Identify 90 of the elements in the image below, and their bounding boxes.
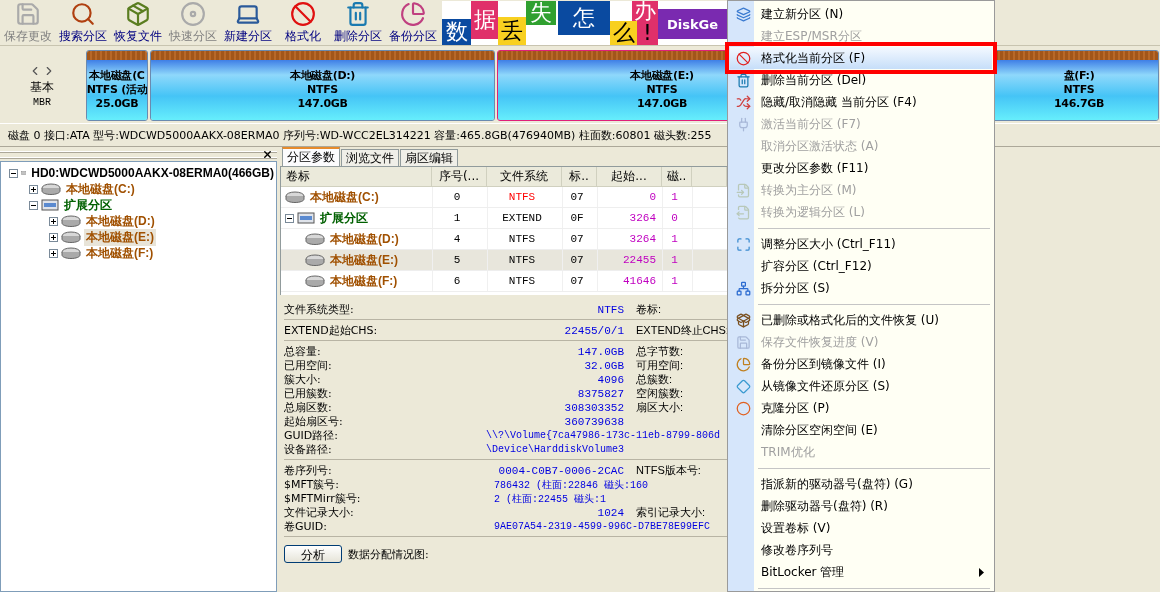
- table-cell: 1: [662, 229, 692, 249]
- field-value: 32.0GB: [583, 359, 624, 372]
- table-cell: 4: [432, 229, 487, 249]
- table-cell: 6: [432, 271, 487, 291]
- volume-label: 本地磁盘(D:): [329, 230, 400, 248]
- table-cell: 22455: [597, 250, 662, 270]
- field-value: 147.0GB: [576, 345, 624, 358]
- volume-label: 本地磁盘(F:): [329, 272, 399, 290]
- field-value: 786432 (柱面:22846 磁头:160: [494, 478, 649, 492]
- field-label: 卷标:: [635, 302, 663, 317]
- table-cell: 07: [562, 187, 597, 207]
- field-label: 可用空间:: [635, 358, 685, 373]
- field-label: 卷序列号:: [284, 463, 333, 478]
- field-value: 8375827: [576, 387, 624, 400]
- table-cell: 0F: [562, 208, 597, 228]
- field-value: 4096: [596, 373, 624, 386]
- partition-scheme-label: MBR: [33, 96, 51, 108]
- table-cell: EXTEND: [487, 208, 562, 228]
- field-label: 总容量:: [284, 344, 322, 359]
- field-value: NTFS: [596, 303, 624, 316]
- partition-filesystem: NTFS: [646, 83, 678, 97]
- banner-character: 数: [442, 19, 471, 45]
- partition-filesystem: NTFS: [1063, 83, 1095, 97]
- partition-name: 盘(F:): [1063, 69, 1095, 83]
- table-cell: 1: [662, 187, 692, 207]
- field-label: 文件记录大小:: [284, 505, 355, 520]
- disk-info-text: 磁盘 0 接口:ATA 型号:WDCWD5000AAKX-08ERMA0 序列号:WD-WCC2EL314221 容量:465.8GB(476940MB) 柱面数:60801 磁头数:255: [8, 127, 712, 143]
- banner-character: 怎: [558, 1, 610, 35]
- field-value: \\?\Volume{7ca47986-173c-11eb-8799-806d: [486, 430, 722, 441]
- field-label: 起始扇区号:: [284, 414, 344, 429]
- field-value: 22455/0/1: [563, 324, 624, 337]
- field-label: $MFT簇号:: [284, 477, 341, 492]
- field-label: 已用空间:: [284, 358, 333, 373]
- field-label: 已用簇数:: [284, 386, 333, 401]
- partition-size: 146.7GB: [1053, 97, 1105, 111]
- table-cell: 0: [432, 187, 487, 207]
- field-label: $MFTMirr簇号:: [284, 491, 362, 506]
- field-label: 卷GUID:: [284, 519, 328, 534]
- partition-filesystem: NTFS (活动: [87, 83, 147, 97]
- banner-character: 丢: [498, 17, 526, 45]
- field-value: 308303352: [563, 401, 624, 414]
- volume-label: 本地磁盘(C:): [309, 188, 380, 206]
- volume-label: 扩展分区: [319, 209, 369, 227]
- partition-name: 本地磁盘(E:): [630, 69, 694, 83]
- table-cell: 5: [432, 250, 487, 270]
- field-value: \Device\HarddiskVolume3: [486, 444, 626, 455]
- table-cell: 41646: [597, 271, 662, 291]
- banner-character: 失: [526, 1, 556, 25]
- table-cell: 07: [562, 229, 597, 249]
- field-value: 2 (柱面:22455 磁头:1: [494, 492, 606, 506]
- volume-label: 本地磁盘(E:): [329, 251, 399, 269]
- partition-size: 147.0GB: [636, 97, 688, 111]
- table-cell: NTFS: [487, 250, 562, 270]
- table-cell: 3264: [597, 208, 662, 228]
- table-cell: 0: [662, 208, 692, 228]
- field-value: 9AE07A54-2319-4599-996C-D7BE78E99EFC: [494, 521, 711, 532]
- field-label: 总字节数:: [635, 344, 685, 359]
- field-label: 簇大小:: [284, 372, 322, 387]
- partition-name: 本地磁盘(D:): [289, 69, 356, 83]
- banner-character: 据: [471, 1, 498, 39]
- table-cell: 1: [662, 250, 692, 270]
- table-cell: 3264: [597, 229, 662, 249]
- table-cell: 07: [562, 250, 597, 270]
- disk-type-label: 基本: [30, 78, 54, 96]
- partition-size: 25.0GB: [95, 97, 139, 111]
- table-cell: 07: [562, 271, 597, 291]
- table-cell: 1: [662, 271, 692, 291]
- field-label: 总簇数:: [635, 372, 674, 387]
- field-value: 0004-C0B7-0006-2CAC: [497, 464, 624, 477]
- partition-filesystem: NTFS: [307, 83, 338, 97]
- field-label: 文件系统类型:: [284, 302, 355, 317]
- table-cell: 1: [432, 208, 487, 228]
- table-cell: NTFS: [487, 271, 562, 291]
- partition-size: 147.0GB: [297, 97, 348, 111]
- banner-character: !: [637, 21, 658, 45]
- field-label: 空闲簇数:: [635, 386, 685, 401]
- field-label: NTFS版本号:: [635, 463, 702, 478]
- banner-character: 么: [610, 21, 637, 45]
- field-value: 360739638: [563, 415, 624, 428]
- field-label: 总扇区数:: [284, 400, 333, 415]
- field-label: 索引记录大小:: [635, 505, 707, 520]
- field-label: 扇区大小:: [635, 400, 685, 415]
- chart-caption: 数据分配情况图:: [348, 546, 429, 562]
- table-cell: 0: [597, 187, 662, 207]
- field-label: EXTEND起始CHS:: [284, 323, 379, 338]
- banner-character: DiskGe: [658, 9, 727, 39]
- table-cell: NTFS: [487, 229, 562, 249]
- partition-name: 本地磁盘(C: [89, 69, 145, 83]
- table-cell: NTFS: [487, 187, 562, 207]
- field-value: 1024: [596, 506, 624, 519]
